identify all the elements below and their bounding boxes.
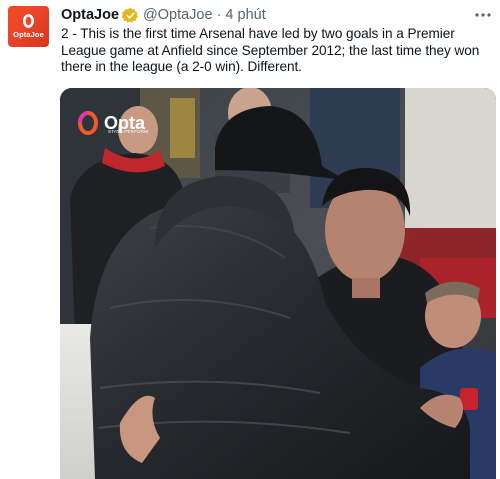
account-avatar[interactable]: OptaJoe	[8, 6, 49, 47]
avatar-text: OptaJoe	[13, 30, 44, 39]
tweet-photo[interactable]: Opta STATS PERFORM	[60, 88, 496, 479]
tweet-header: OptaJoe @OptaJoe · 4 phút	[61, 5, 266, 25]
opta-watermark-icon	[78, 111, 98, 135]
tweet-text: 2 - This is the first time Arsenal have …	[61, 26, 480, 74]
verified-badge-icon	[121, 7, 139, 24]
account-handle[interactable]: @OptaJoe	[143, 7, 213, 23]
tweet-timestamp[interactable]: 4 phút	[225, 7, 265, 23]
opta-logo-icon	[22, 14, 34, 28]
tweet-card: OptaJoe OptaJoe @OptaJoe · 4 phút 2 - Th…	[0, 0, 500, 479]
more-options-icon[interactable]	[474, 8, 492, 20]
separator-dot: ·	[216, 7, 222, 23]
opta-watermark: Opta STATS PERFORM	[76, 110, 149, 136]
photo-image	[60, 88, 496, 479]
display-name[interactable]: OptaJoe	[61, 7, 119, 23]
watermark-subtext: STATS PERFORM	[108, 129, 149, 134]
